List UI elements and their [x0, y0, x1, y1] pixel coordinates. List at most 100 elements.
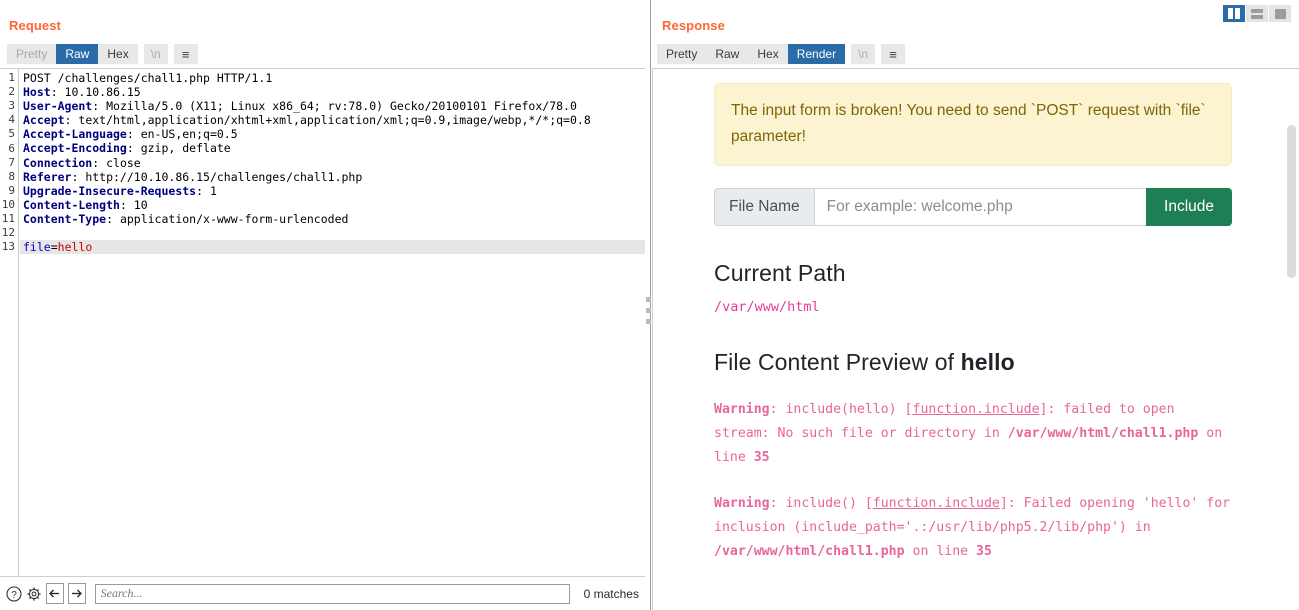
- php-warning-emphasis: /var/www/html/chall1.php: [714, 544, 905, 559]
- request-code-line: file=hello: [20, 240, 645, 255]
- code-token: Host: [23, 85, 51, 100]
- request-view-tabs: Pretty Raw Hex \n ≡: [7, 44, 198, 64]
- search-prev-button[interactable]: [46, 583, 64, 604]
- line-number: 8: [8, 169, 15, 183]
- request-code-line: User-Agent: Mozilla/5.0 (X11; Linux x86_…: [20, 99, 645, 113]
- line-number: 9: [8, 183, 15, 197]
- code-token: Upgrade-Insecure-Requests: [23, 183, 197, 198]
- line-number: 12: [1, 226, 15, 240]
- scrollbar-thumb[interactable]: [1287, 125, 1296, 278]
- php-warning-emphasis: 35: [753, 450, 770, 465]
- layout-single-pane-button[interactable]: [1269, 5, 1291, 22]
- current-path-value: /var/www/html: [714, 299, 820, 315]
- request-panel: Request Pretty Raw Hex \n ≡ 1 2 3 4 5 6 7 8 9 10 1…: [0, 0, 645, 610]
- request-code-line: Content-Length: 10: [20, 198, 645, 212]
- code-token: Content-Type: [23, 211, 107, 226]
- php-warnings-container: Warning: include(hello) [function.includ…: [714, 398, 1238, 564]
- line-number: 10: [1, 197, 15, 211]
- code-token: : Mozilla/5.0 (X11; Linux x86_64; rv:78.…: [92, 99, 577, 114]
- tab-response-raw[interactable]: Raw: [706, 44, 749, 64]
- request-code-line: Referer: http://10.10.86.15/challenges/c…: [20, 170, 645, 184]
- search-next-button[interactable]: [67, 583, 86, 604]
- request-code-lines: POST /challenges/chall1.php HTTP/1.1 Host…: [20, 69, 645, 576]
- request-code-line: Accept-Encoding: gzip, deflate: [20, 141, 645, 155]
- php-warning-text: : include(hello) [: [769, 402, 913, 417]
- tab-response-render[interactable]: Render: [787, 44, 846, 64]
- php-warning-label: Warning: [714, 402, 770, 417]
- php-warning-emphasis: /var/www/html/chall1.php: [1007, 426, 1199, 441]
- request-code-line: Accept-Language: en-US,en;q=0.5: [20, 127, 645, 141]
- alert-warning-box: The input form is broken! You need to se…: [714, 83, 1232, 166]
- response-view-tabs: Pretty Raw Hex Render \n ≡: [657, 44, 906, 64]
- rendered-page-body: The input form is broken! You need to se…: [653, 69, 1283, 564]
- code-token: Connection: [23, 155, 93, 170]
- response-render-frame: The input form is broken! You need to se…: [652, 68, 1299, 610]
- php-warning-text: : include() [: [769, 496, 873, 511]
- line-number: 11: [1, 212, 15, 225]
- php-warning-label: Warning: [714, 496, 770, 511]
- line-number: 3: [8, 99, 15, 113]
- function-include-link[interactable]: function.include: [913, 402, 1040, 417]
- file-preview-heading-prefix: File Content Preview of: [714, 349, 961, 375]
- request-code-line: Accept: text/html,application/xhtml+xml,…: [20, 113, 645, 127]
- response-menu-icon[interactable]: ≡: [881, 44, 906, 64]
- file-name-input[interactable]: [813, 188, 1147, 226]
- request-menu-icon[interactable]: ≡: [173, 44, 198, 64]
- splitter-grip[interactable]: [646, 297, 651, 330]
- help-icon[interactable]: ?: [6, 585, 22, 602]
- search-match-count: 0 matches: [583, 586, 639, 601]
- php-warning: Warning: include(hello) [function.includ…: [714, 398, 1234, 470]
- panel-splitter[interactable]: [645, 0, 652, 610]
- line-number: 5: [8, 127, 15, 141]
- code-token: : 1: [196, 183, 217, 198]
- tab-request-pretty[interactable]: Pretty: [7, 44, 57, 64]
- code-token: : 10: [119, 197, 148, 212]
- response-vertical-scrollbar[interactable]: [1284, 69, 1299, 610]
- tab-request-hex[interactable]: Hex: [98, 44, 138, 64]
- layout-split-vertical-button[interactable]: [1223, 5, 1245, 22]
- code-token: Content-Length: [23, 197, 120, 212]
- newline-toggle-icon[interactable]: \n: [143, 44, 168, 64]
- request-code-line: Upgrade-Insecure-Requests: 1: [20, 184, 645, 198]
- svg-text:?: ?: [11, 589, 17, 600]
- gear-icon[interactable]: [26, 585, 42, 602]
- request-code-line: POST /challenges/chall1.php HTTP/1.1: [20, 71, 645, 85]
- line-number: 1: [8, 71, 15, 84]
- request-code-line: Connection: close: [20, 156, 645, 170]
- tab-response-hex[interactable]: Hex: [748, 44, 788, 64]
- file-name-label: File Name: [714, 188, 814, 226]
- burp-repeater-window: Request Pretty Raw Hex \n ≡ 1 2 3 4 5 6 7 8 9 10 1…: [0, 0, 1299, 610]
- line-number: 13: [1, 240, 15, 254]
- code-token: : en-US,en;q=0.5: [126, 127, 238, 142]
- code-token: hello: [57, 240, 93, 255]
- layout-toggle-group: [1223, 5, 1291, 22]
- current-path-heading: Current Path: [714, 260, 846, 286]
- code-token: file: [23, 240, 51, 255]
- code-token: POST /challenges/chall1.php HTTP/1.1: [23, 71, 273, 85]
- line-number: 6: [8, 141, 15, 155]
- code-token: Accept-Language: [23, 127, 127, 142]
- newline-toggle-icon[interactable]: \n: [851, 44, 876, 64]
- request-code-line: [20, 226, 645, 240]
- request-code-editor[interactable]: 1 2 3 4 5 6 7 8 9 10 11 12 13 POST /challenges/chall…: [0, 68, 645, 576]
- php-warning-text: on line: [904, 544, 977, 559]
- tab-response-pretty[interactable]: Pretty: [657, 44, 707, 64]
- function-include-link[interactable]: function.include: [873, 496, 1000, 511]
- search-input[interactable]: [94, 583, 570, 604]
- line-number: 2: [8, 85, 15, 99]
- file-preview-heading: File Content Preview of hello: [714, 349, 1238, 376]
- code-token: Referer: [23, 169, 72, 184]
- code-token: User-Agent: [23, 99, 93, 114]
- response-panel: Response Pretty Raw Hex Render \n ≡ The …: [652, 0, 1299, 610]
- code-token: : http://10.10.86.15/challenges/chall1.p…: [71, 169, 363, 184]
- php-warning: Warning: include() [function.include]: F…: [714, 492, 1234, 564]
- code-token: : application/x-www-form-urlencoded: [106, 211, 349, 226]
- tab-request-raw[interactable]: Raw: [56, 44, 99, 64]
- request-code-line: Content-Type: application/x-www-form-url…: [20, 212, 645, 226]
- layout-split-horizontal-button[interactable]: [1246, 5, 1268, 22]
- code-token: : close: [92, 155, 141, 170]
- code-token: : text/html,application/xhtml+xml,applic…: [64, 113, 591, 128]
- code-token: Accept-Encoding: [23, 141, 127, 156]
- rendered-html-page: The input form is broken! You need to se…: [653, 69, 1283, 610]
- include-button[interactable]: Include: [1146, 188, 1232, 226]
